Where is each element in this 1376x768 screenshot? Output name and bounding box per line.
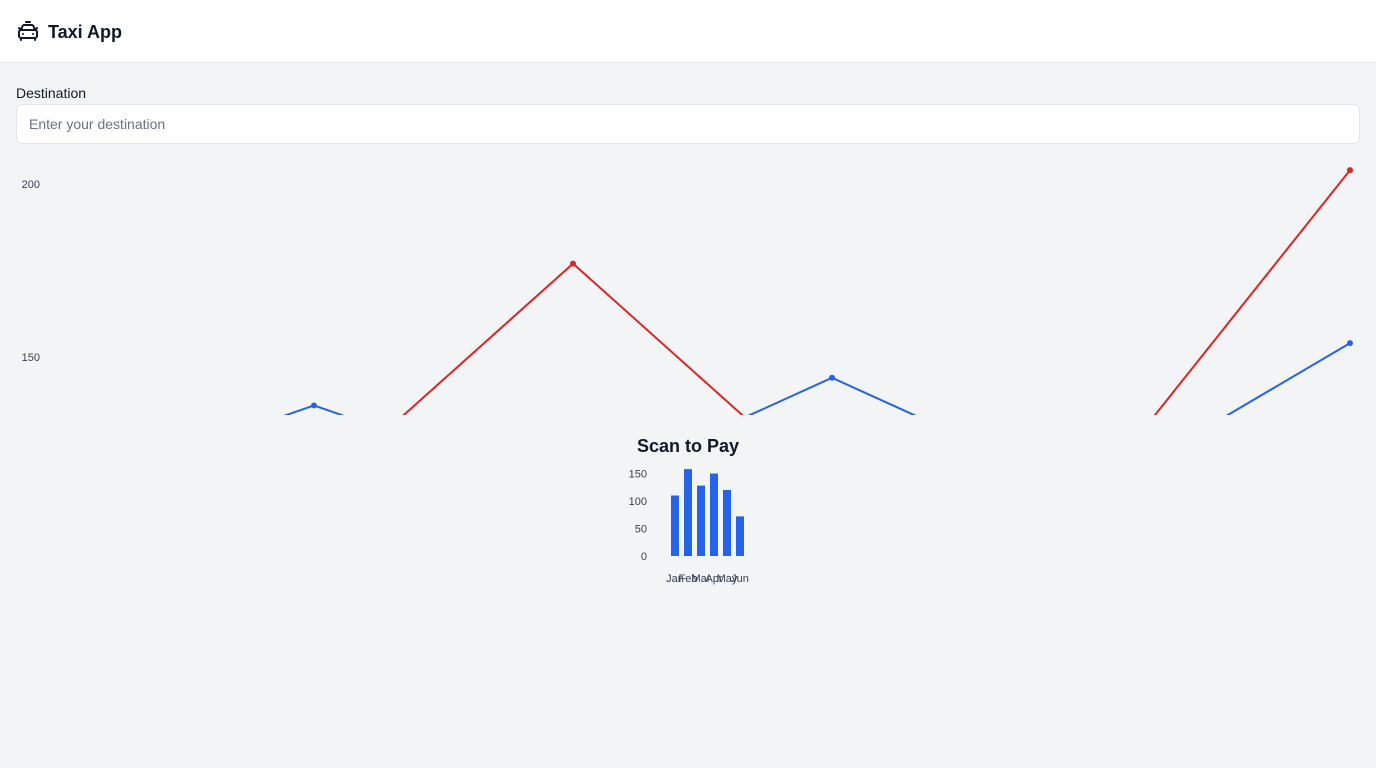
bar-feb bbox=[684, 469, 692, 556]
fare-line-chart: 200 150 bbox=[0, 150, 1376, 415]
bar-x-tick-label: Jun bbox=[731, 573, 749, 585]
data-point bbox=[1347, 340, 1353, 347]
data-point bbox=[829, 374, 835, 381]
series-line bbox=[402, 169, 1351, 415]
bar-jan bbox=[671, 495, 679, 556]
app-title: Taxi App bbox=[48, 22, 123, 42]
bar-y-tick-label: 150 bbox=[629, 469, 647, 481]
bar-y-tick-label: 100 bbox=[629, 496, 647, 508]
bar-mar bbox=[697, 485, 705, 556]
y-tick-label: 150 bbox=[22, 352, 40, 364]
app-header: Taxi App bbox=[0, 0, 1376, 63]
payment-bar-chart: 0 50 100 150 Jan Feb Mar Apr May Jun bbox=[620, 460, 760, 590]
destination-label: Destination bbox=[16, 85, 87, 101]
y-tick-label: 200 bbox=[22, 179, 40, 191]
bar-jun bbox=[736, 516, 744, 556]
line-chart-svg: 200 150 bbox=[22, 167, 1353, 415]
bar-y-tick-label: 0 bbox=[641, 551, 647, 563]
scan-to-pay-title: Scan to Pay bbox=[636, 436, 740, 456]
data-point bbox=[570, 260, 576, 267]
bar-may bbox=[723, 490, 731, 556]
bar-chart-svg: 050100150JanFebMarAprMayJun bbox=[629, 469, 749, 586]
data-point bbox=[1347, 167, 1353, 174]
destination-input[interactable] bbox=[16, 104, 1360, 144]
data-point bbox=[311, 402, 317, 409]
bar-y-tick-label: 50 bbox=[635, 524, 647, 536]
bar-apr bbox=[710, 473, 718, 556]
taxi-icon bbox=[16, 20, 40, 44]
